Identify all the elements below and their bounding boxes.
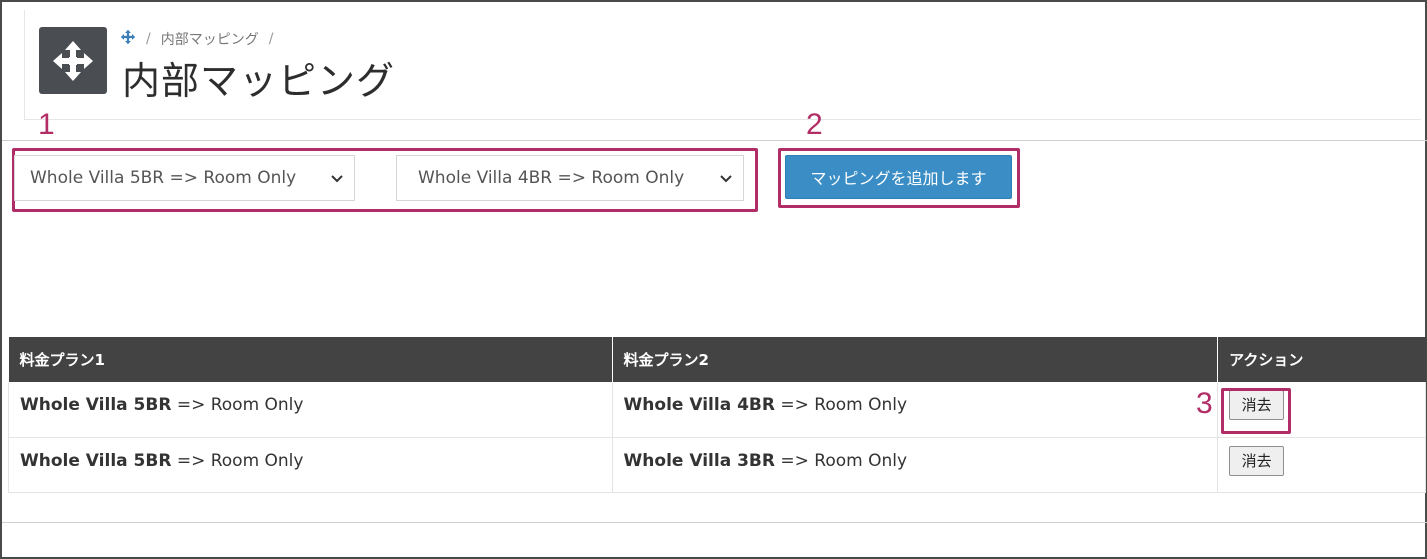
delete-button[interactable]: 消去 bbox=[1229, 445, 1285, 476]
plan-suffix: => Room Only bbox=[171, 395, 304, 416]
breadcrumb-item-internal-mapping[interactable]: 内部マッピング bbox=[161, 29, 259, 49]
plan-name: Whole Villa 4BR bbox=[623, 395, 775, 416]
annotation-box-3 bbox=[1221, 388, 1291, 434]
cell-rate-plan-1: Whole Villa 5BR => Room Only bbox=[8, 382, 613, 438]
breadcrumb-move-icon[interactable] bbox=[120, 29, 136, 49]
move-arrows-icon bbox=[39, 27, 107, 94]
annotation-number-2: 2 bbox=[806, 108, 823, 141]
column-header-rate-plan-1: 料金プラン1 bbox=[8, 337, 613, 382]
page-title: 内部マッピング bbox=[122, 59, 396, 103]
table-header-row: 料金プラン1 料金プラン2 アクション bbox=[8, 337, 1426, 382]
cell-rate-plan-2: Whole Villa 4BR => Room Only bbox=[612, 382, 1219, 438]
annotation-number-1: 1 bbox=[38, 108, 55, 141]
breadcrumb: / 内部マッピング / bbox=[120, 29, 273, 49]
table-row: Whole Villa 5BR => Room Only Whole Villa… bbox=[8, 437, 1426, 493]
plan-name: Whole Villa 3BR bbox=[623, 450, 775, 471]
mapping-table: 料金プラン1 料金プラン2 アクション Whole Villa 5BR => R… bbox=[8, 337, 1426, 493]
divider bbox=[2, 140, 1427, 141]
breadcrumb-separator: / bbox=[146, 31, 151, 47]
cell-rate-plan-2: Whole Villa 3BR => Room Only bbox=[612, 437, 1219, 493]
table-row: Whole Villa 5BR => Room Only Whole Villa… bbox=[8, 382, 1426, 438]
breadcrumb-separator: / bbox=[268, 31, 274, 47]
rate-plan-1-select[interactable]: Whole Villa 5BR => Room Only bbox=[14, 155, 355, 201]
select-value: Whole Villa 5BR => Room Only bbox=[30, 168, 297, 188]
app-frame: / 内部マッピング / 内部マッピング 1 Whole Villa 5BR =>… bbox=[0, 0, 1427, 559]
chevron-down-icon bbox=[331, 175, 343, 183]
divider bbox=[2, 522, 1427, 523]
add-mapping-button[interactable]: マッピングを追加します bbox=[785, 155, 1012, 199]
rate-plan-2-select[interactable]: Whole Villa 4BR => Room Only bbox=[396, 155, 744, 201]
plan-suffix: => Room Only bbox=[774, 395, 908, 416]
plan-name: Whole Villa 5BR bbox=[20, 395, 172, 416]
annotation-number-3: 3 bbox=[1196, 387, 1213, 420]
column-header-rate-plan-2: 料金プラン2 bbox=[612, 337, 1219, 382]
plan-name: Whole Villa 5BR bbox=[20, 450, 172, 471]
plan-suffix: => Room Only bbox=[171, 450, 304, 471]
chevron-down-icon bbox=[720, 175, 732, 183]
select-value: Whole Villa 4BR => Room Only bbox=[418, 168, 685, 188]
plan-suffix: => Room Only bbox=[774, 450, 908, 471]
column-header-action: アクション bbox=[1217, 337, 1426, 382]
cell-rate-plan-1: Whole Villa 5BR => Room Only bbox=[8, 437, 613, 493]
cell-action: 消去 bbox=[1217, 437, 1426, 493]
